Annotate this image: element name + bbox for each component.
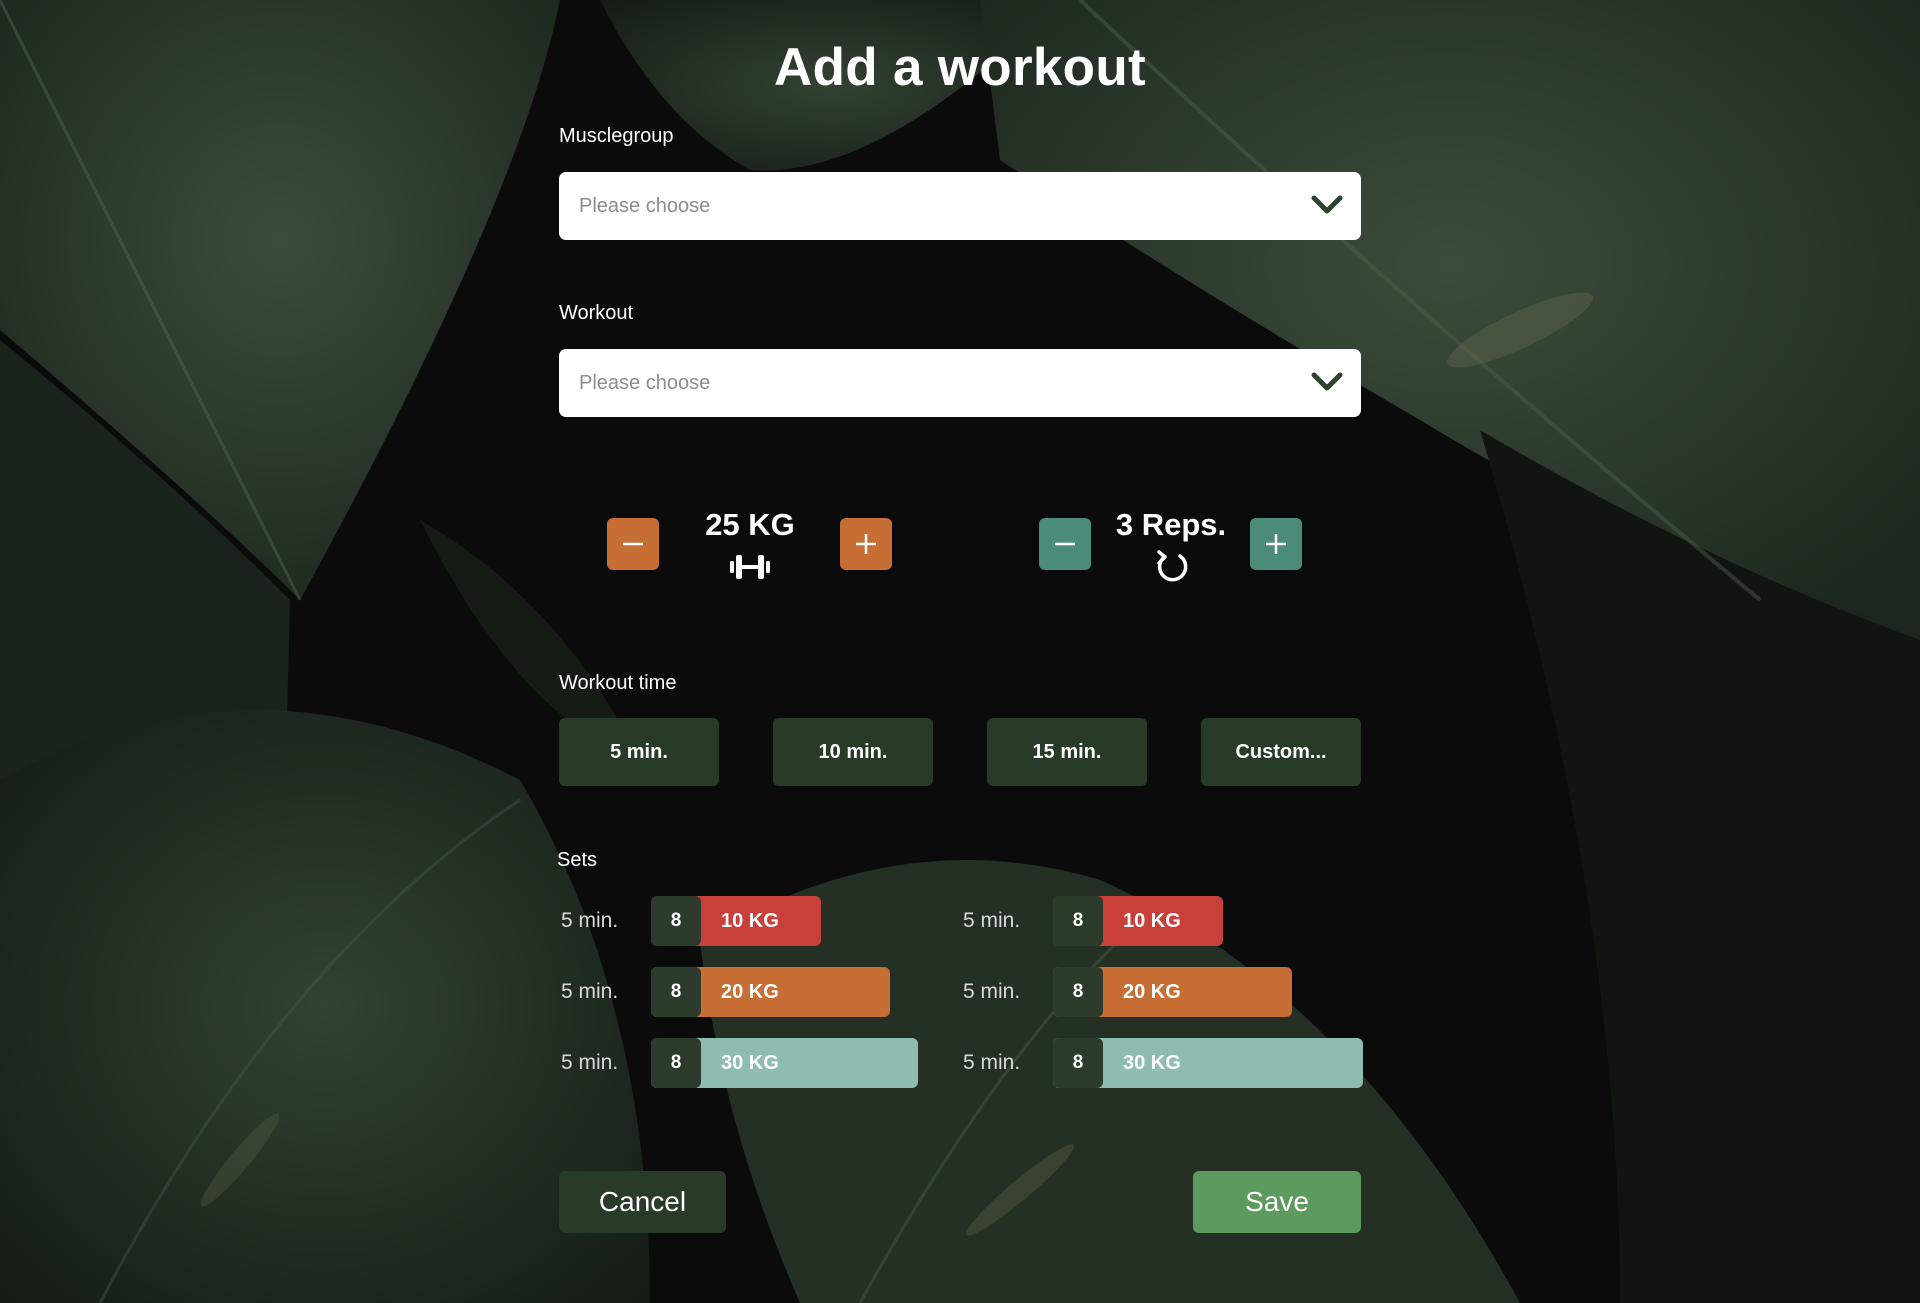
set-bar[interactable]: 8 30 KG xyxy=(1053,1038,1363,1088)
workout-label: Workout xyxy=(559,302,634,324)
set-row: 5 min. 8 10 KG xyxy=(561,896,961,946)
set-count: 8 xyxy=(651,1038,701,1088)
set-time: 5 min. xyxy=(963,980,1021,1003)
set-time: 5 min. xyxy=(561,909,619,932)
workout-time-label: Workout time xyxy=(559,672,677,694)
page-title: Add a workout xyxy=(774,38,1146,97)
reps-increase-button[interactable] xyxy=(1250,518,1302,570)
reps-value: 3 Reps. xyxy=(1115,507,1227,542)
set-count: 8 xyxy=(1053,896,1103,946)
set-time: 5 min. xyxy=(561,980,619,1003)
time-option-custom[interactable]: Custom... xyxy=(1201,718,1361,786)
workout-select[interactable]: Please choose xyxy=(559,349,1361,417)
sets-label: Sets xyxy=(557,849,598,871)
save-button[interactable]: Save xyxy=(1193,1171,1361,1233)
cancel-button[interactable]: Cancel xyxy=(559,1171,726,1233)
set-time: 5 min. xyxy=(963,909,1021,932)
set-row: 5 min. 8 20 KG xyxy=(963,967,1363,1017)
set-bar[interactable]: 8 30 KG xyxy=(651,1038,918,1088)
set-weight: 20 KG xyxy=(1123,981,1181,1003)
set-weight: 10 KG xyxy=(1123,910,1181,932)
set-count: 8 xyxy=(651,896,701,946)
set-weight: 30 KG xyxy=(1123,1052,1181,1074)
musclegroup-select[interactable]: Please choose xyxy=(559,172,1361,240)
set-row: 5 min. 8 10 KG xyxy=(963,896,1363,946)
set-bar[interactable]: 8 20 KG xyxy=(651,967,890,1017)
weight-increase-button[interactable] xyxy=(840,518,892,570)
time-option-10-min[interactable]: 10 min. xyxy=(773,718,933,786)
set-row: 5 min. 8 30 KG xyxy=(561,1038,961,1088)
time-option-15-min[interactable]: 15 min. xyxy=(987,718,1147,786)
set-count: 8 xyxy=(1053,1038,1103,1088)
set-weight: 30 KG xyxy=(721,1052,779,1074)
weight-value: 25 KG xyxy=(705,507,795,542)
set-weight: 10 KG xyxy=(721,910,779,932)
musclegroup-placeholder: Please choose xyxy=(579,195,711,217)
set-bar[interactable]: 8 10 KG xyxy=(1053,896,1223,946)
chevron-down-icon xyxy=(1311,372,1343,391)
chevron-down-icon xyxy=(1311,195,1343,214)
set-time: 5 min. xyxy=(561,1051,619,1074)
time-option-5-min[interactable]: 5 min. xyxy=(559,718,719,786)
set-bar[interactable]: 8 10 KG xyxy=(651,896,821,946)
set-weight: 20 KG xyxy=(721,981,779,1003)
set-time: 5 min. xyxy=(963,1051,1021,1074)
dumbbell-icon xyxy=(730,555,770,579)
set-row: 5 min. 8 20 KG xyxy=(561,967,961,1017)
set-bar[interactable]: 8 20 KG xyxy=(1053,967,1292,1017)
plus-icon xyxy=(1266,534,1286,554)
repeat-icon xyxy=(1157,550,1188,582)
set-row: 5 min. 8 30 KG xyxy=(963,1038,1363,1088)
set-count: 8 xyxy=(651,967,701,1017)
musclegroup-label: Musclegroup xyxy=(559,125,674,147)
workout-placeholder: Please choose xyxy=(579,372,711,394)
plus-icon xyxy=(856,534,876,554)
set-count: 8 xyxy=(1053,967,1103,1017)
